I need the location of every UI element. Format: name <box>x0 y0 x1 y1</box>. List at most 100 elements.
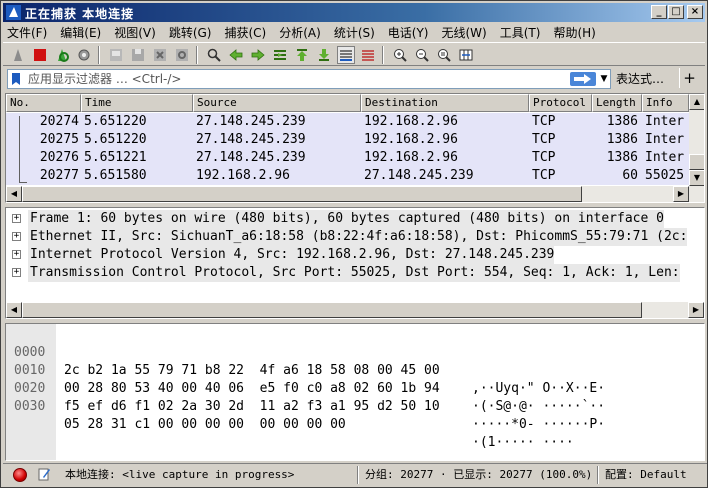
zoom-in-icon[interactable] <box>391 46 409 64</box>
scroll-thumb[interactable] <box>22 302 642 318</box>
open-file-icon[interactable] <box>107 46 125 64</box>
menu-help[interactable]: 帮助(H) <box>553 24 595 41</box>
menu-capture[interactable]: 捕获(C) <box>224 24 266 41</box>
zoom-normal-icon[interactable] <box>435 46 453 64</box>
auto-scroll-icon[interactable] <box>337 46 355 64</box>
maximize-button[interactable]: □ <box>668 5 684 19</box>
expert-info-icon[interactable] <box>13 468 27 482</box>
profile-text[interactable]: 配置: Default <box>605 468 687 482</box>
scroll-left-icon[interactable]: ◀ <box>6 186 22 202</box>
column-destination[interactable]: Destination <box>361 94 529 112</box>
packet-list-horizontal-scrollbar[interactable]: ◀ ▶ <box>6 186 689 202</box>
packet-length: 1386 <box>606 150 638 165</box>
go-to-packet-icon[interactable] <box>271 46 289 64</box>
details-horizontal-scrollbar[interactable]: ◀ ▶ <box>6 302 704 318</box>
reload-file-icon[interactable] <box>173 46 191 64</box>
scroll-thumb[interactable] <box>689 154 704 170</box>
packet-row[interactable]: 20275 5.651220 27.148.245.239 192.168.2.… <box>6 131 689 149</box>
menu-wireless[interactable]: 无线(W) <box>442 24 487 41</box>
detail-row-tcp[interactable]: + Transmission Control Protocol, Src Por… <box>6 264 704 282</box>
start-capture-icon[interactable] <box>9 46 27 64</box>
packet-length: 60 <box>622 168 638 183</box>
save-file-icon[interactable] <box>129 46 147 64</box>
detail-row-frame[interactable]: + Frame 1: 60 bytes on wire (480 bits), … <box>6 210 704 228</box>
detail-text: Internet Protocol Version 4, Src: 192.16… <box>28 246 555 264</box>
packet-destination: 27.148.245.239 <box>364 168 474 183</box>
menu-go[interactable]: 跳转(G) <box>169 24 212 41</box>
bookmark-icon[interactable] <box>10 72 22 86</box>
first-packet-icon[interactable] <box>293 46 311 64</box>
minimize-button[interactable]: _ <box>651 5 667 19</box>
byte-ascii[interactable]: ·(1····· ···· <box>472 434 574 452</box>
colorize-icon[interactable] <box>359 46 377 64</box>
detail-row-ip[interactable]: + Internet Protocol Version 4, Src: 192.… <box>6 246 704 264</box>
menu-file[interactable]: 文件(F) <box>7 24 47 41</box>
expression-button[interactable]: 表达式… <box>616 70 664 87</box>
last-packet-icon[interactable] <box>315 46 333 64</box>
close-file-icon[interactable] <box>151 46 169 64</box>
packet-list-header: No. Time Source Destination Protocol Len… <box>6 94 689 112</box>
display-filter-input[interactable] <box>28 71 566 87</box>
packet-info: 55025 <box>645 168 685 183</box>
packet-row[interactable]: 20276 5.651221 27.148.245.239 192.168.2.… <box>6 149 689 167</box>
menu-tools[interactable]: 工具(T) <box>500 24 541 41</box>
stop-capture-icon[interactable] <box>31 46 49 64</box>
add-filter-button[interactable]: + <box>679 68 699 88</box>
menu-statistics[interactable]: 统计(S) <box>334 24 375 41</box>
packet-details-pane[interactable]: + Frame 1: 60 bytes on wire (480 bits), … <box>5 207 705 319</box>
packet-row[interactable]: 20277 5.651580 192.168.2.96 27.148.245.2… <box>6 167 689 185</box>
column-time[interactable]: Time <box>81 94 193 112</box>
capture-comment-icon[interactable] <box>37 467 51 481</box>
packet-list-pane[interactable]: No. Time Source Destination Protocol Len… <box>5 93 705 203</box>
packet-bytes-pane[interactable]: 0000 2c b2 1a 55 79 71 b8 22 4f a6 18 58… <box>5 323 705 461</box>
restart-capture-icon[interactable] <box>53 46 71 64</box>
scroll-down-icon[interactable]: ▼ <box>689 170 704 186</box>
go-back-icon[interactable] <box>227 46 245 64</box>
column-protocol[interactable]: Protocol <box>529 94 592 112</box>
status-divider <box>357 466 359 484</box>
main-window: 正在捕获 本地连接 _ □ × 文件(F) 编辑(E) 视图(V) 跳转(G) … <box>0 0 708 488</box>
menu-view[interactable]: 视图(V) <box>114 24 156 41</box>
resize-columns-icon[interactable] <box>457 46 475 64</box>
column-info[interactable]: Info <box>642 94 689 112</box>
scroll-thumb[interactable] <box>22 186 582 202</box>
packet-time: 5.651220 <box>84 132 147 147</box>
column-length[interactable]: Length <box>592 94 642 112</box>
byte-ascii[interactable]: ·(·S@·@· ·····`·· <box>472 398 605 416</box>
main-toolbar <box>3 42 705 66</box>
column-no[interactable]: No. <box>6 94 81 112</box>
scroll-right-icon[interactable]: ▶ <box>673 186 689 202</box>
packet-time: 5.651220 <box>84 114 147 129</box>
packet-info: Inter <box>645 150 685 165</box>
byte-hex[interactable]: 05 28 31 c1 00 00 00 00 00 00 00 00 <box>64 416 346 434</box>
scroll-up-icon[interactable]: ▲ <box>689 94 704 110</box>
title-bar[interactable]: 正在捕获 本地连接 _ □ × <box>3 3 705 22</box>
scroll-right-icon[interactable]: ▶ <box>688 302 704 318</box>
expand-plus-icon[interactable]: + <box>12 232 21 241</box>
menu-telephony[interactable]: 电话(Y) <box>388 24 429 41</box>
byte-hex[interactable]: f5 ef d6 f1 02 2a 30 2d 11 a2 f3 a1 95 d… <box>64 398 440 416</box>
scroll-left-icon[interactable]: ◀ <box>6 302 22 318</box>
byte-ascii[interactable]: ·····*0- ······P· <box>472 416 605 434</box>
menu-analyze[interactable]: 分析(A) <box>279 24 321 41</box>
filter-history-dropdown-icon[interactable]: ▼ <box>598 72 610 86</box>
capture-status-text: 本地连接: <live capture in progress> <box>65 468 295 481</box>
column-source[interactable]: Source <box>193 94 361 112</box>
go-forward-icon[interactable] <box>249 46 267 64</box>
apply-filter-arrow-icon[interactable] <box>570 72 596 86</box>
window-title: 正在捕获 本地连接 <box>25 7 135 21</box>
expand-plus-icon[interactable]: + <box>12 250 21 259</box>
packet-row[interactable]: 20274 5.651220 27.148.245.239 192.168.2.… <box>6 113 689 131</box>
menu-edit[interactable]: 编辑(E) <box>60 24 101 41</box>
bytes-line: 0020 f5 ef d6 f1 02 2a 30 2d 11 a2 f3 a1… <box>6 362 704 432</box>
capture-options-icon[interactable] <box>75 46 93 64</box>
detail-row-ethernet[interactable]: + Ethernet II, Src: SichuanT_a6:18:58 (b… <box>6 228 704 246</box>
expand-plus-icon[interactable]: + <box>12 268 21 277</box>
detail-text: Ethernet II, Src: SichuanT_a6:18:58 (b8:… <box>28 228 688 246</box>
zoom-out-icon[interactable] <box>413 46 431 64</box>
close-button[interactable]: × <box>687 5 703 19</box>
expand-plus-icon[interactable]: + <box>12 214 21 223</box>
packet-no: 20274 <box>39 114 79 129</box>
find-packet-icon[interactable] <box>205 46 223 64</box>
packet-list-vertical-scrollbar[interactable]: ▲ ▼ <box>689 94 704 202</box>
